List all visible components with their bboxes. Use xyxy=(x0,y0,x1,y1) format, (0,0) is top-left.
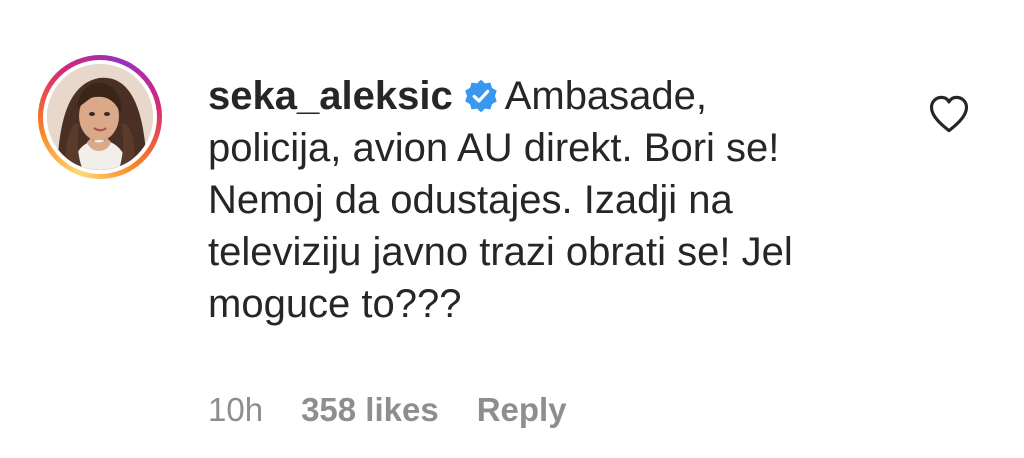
username-link[interactable]: seka_aleksic xyxy=(208,74,453,118)
avatar[interactable] xyxy=(47,64,153,170)
reply-button[interactable]: Reply xyxy=(477,388,567,432)
likes-count[interactable]: 358 likes xyxy=(301,388,439,432)
heart-outline-icon[interactable] xyxy=(928,94,970,134)
comment: seka_aleksic Ambasade, policija, avion AU… xyxy=(0,0,1024,458)
comment-timestamp[interactable]: 10h xyxy=(208,388,263,432)
comment-meta: 10h 358 likes Reply xyxy=(208,388,567,432)
avatar-story-ring[interactable] xyxy=(38,55,162,179)
verified-badge-icon xyxy=(463,75,499,113)
avatar-image xyxy=(47,64,153,170)
comment-body: seka_aleksic Ambasade, policija, avion AU… xyxy=(208,70,848,330)
